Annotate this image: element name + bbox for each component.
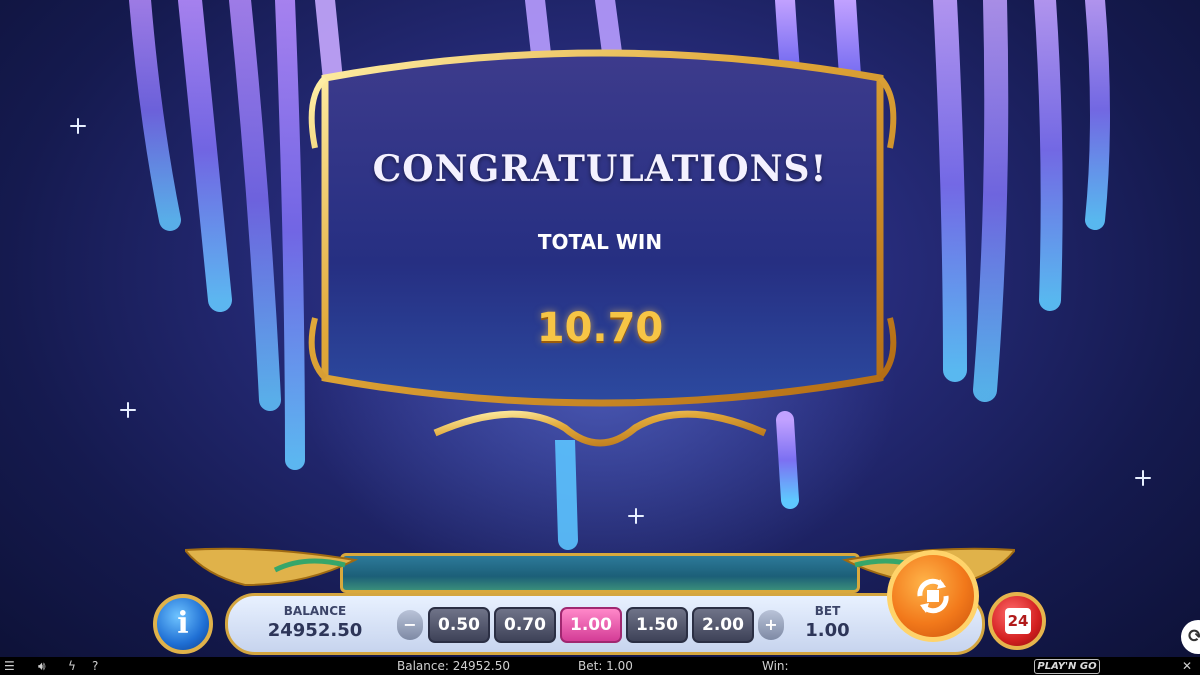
statusbar-balance: Balance: 24952.50 bbox=[397, 659, 510, 673]
total-win-label: TOTAL WIN bbox=[537, 230, 663, 254]
speaker-icon[interactable]: 🔊︎ bbox=[38, 658, 46, 674]
lightning-icon[interactable]: ϟ bbox=[68, 658, 76, 674]
spin-button[interactable] bbox=[887, 550, 979, 642]
status-bar: ☰ 🔊︎ ϟ ? Balance: 24952.50 Bet: 1.00 Win… bbox=[0, 657, 1200, 675]
win-message-bar bbox=[340, 553, 860, 593]
increase-bet-button[interactable]: + bbox=[758, 610, 784, 640]
statusbar-win: Win: bbox=[762, 659, 789, 673]
sparkle-icon bbox=[70, 118, 86, 134]
help-button[interactable]: ? bbox=[92, 658, 98, 674]
brand-logo: PLAY'N GO bbox=[1034, 659, 1100, 674]
decrease-bet-button[interactable]: − bbox=[397, 610, 423, 640]
sparkle-icon bbox=[628, 508, 644, 524]
spin-arrows-icon bbox=[917, 578, 949, 614]
bet-option-button[interactable]: 0.70 bbox=[494, 607, 556, 643]
bet-label: BET bbox=[814, 604, 841, 618]
autoplay-button[interactable]: 24 bbox=[988, 592, 1046, 650]
statusbar-bet: Bet: 1.00 bbox=[578, 659, 633, 673]
menu-icon[interactable]: ☰ bbox=[4, 658, 15, 674]
side-menu-button[interactable]: ⟳ bbox=[1181, 620, 1200, 654]
total-win-value: 10.70 bbox=[536, 305, 664, 351]
congratulations-title: CONGRATULATIONS! bbox=[372, 148, 828, 190]
close-icon[interactable]: ✕ bbox=[1182, 658, 1192, 674]
balance-label: BALANCE bbox=[283, 604, 347, 618]
bet-value: 1.00 bbox=[805, 620, 850, 641]
game-stage: CONGRATULATIONS! TOTAL WIN 10.70 i BALAN… bbox=[0, 0, 1200, 675]
bet-option-button[interactable]: 0.50 bbox=[428, 607, 490, 643]
balance-value: 24952.50 bbox=[267, 620, 363, 641]
gold-wing-left-decoration bbox=[185, 547, 359, 587]
side-menu-icon: ⟳ bbox=[1188, 626, 1200, 647]
autoplay-count: 24 bbox=[1005, 608, 1031, 634]
info-button[interactable]: i bbox=[153, 594, 213, 654]
bet-option-button[interactable]: 2.00 bbox=[692, 607, 754, 643]
bet-option-button-selected[interactable]: 1.00 bbox=[560, 607, 622, 643]
bet-option-button[interactable]: 1.50 bbox=[626, 607, 688, 643]
